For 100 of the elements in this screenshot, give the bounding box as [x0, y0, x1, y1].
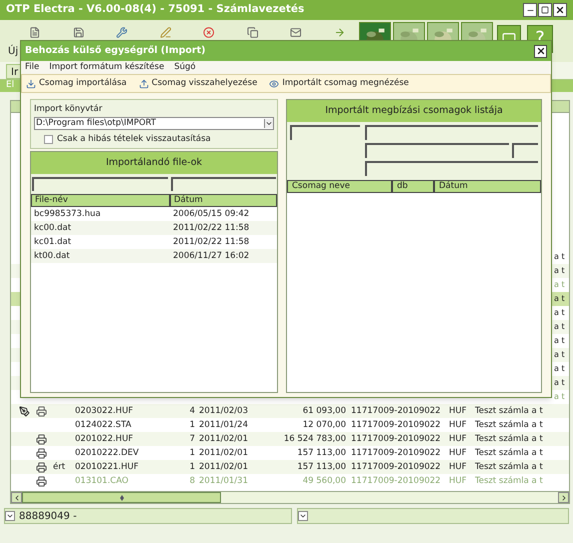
- new-document-icon[interactable]: [29, 26, 40, 39]
- toolbar-button[interactable]: Importált csomag megnézése: [269, 77, 409, 90]
- table-cell: 11717009-20109022: [351, 476, 441, 486]
- table-cell: 11717009-20109022: [351, 434, 441, 444]
- table-cell: 7: [190, 434, 195, 444]
- table-cell: 12 070,00: [302, 420, 346, 430]
- mail-icon[interactable]: [290, 26, 302, 39]
- dropdown-icon[interactable]: [264, 118, 273, 128]
- table-cell: Teszt számla a t: [475, 420, 543, 430]
- table-cell: 2011/02/01: [199, 434, 248, 444]
- toolbar-button[interactable]: Csomag importálása: [26, 77, 127, 90]
- table-cell-text: 2006/11/27 16:02: [172, 250, 250, 262]
- dialog-title: Behozás külső egységről (Import): [25, 44, 206, 58]
- table-cell: 4: [190, 406, 195, 416]
- table-cell: 157 113,00: [297, 462, 346, 472]
- close-button[interactable]: [553, 3, 567, 17]
- table-cell-text: 2011/02/22 11:58: [172, 236, 250, 248]
- column-header[interactable]: Csomag neve: [287, 180, 392, 193]
- table-cell: Teszt számla a t: [475, 476, 543, 486]
- column-header[interactable]: File-név: [31, 194, 170, 207]
- arrow-icon[interactable]: [334, 26, 345, 39]
- table-cell: 11717009-20109022: [351, 462, 441, 472]
- table-cell: a t: [554, 321, 565, 333]
- status-value: 88889049 -: [19, 510, 77, 524]
- close-icon: [555, 5, 565, 15]
- wrench-icon[interactable]: [116, 26, 128, 39]
- import-dir-combobox[interactable]: D:\Program files\otp\IMPORT: [34, 116, 274, 130]
- table-cell-text: kc01.dat: [33, 236, 72, 248]
- table-cell-text: bc9985373.hua: [33, 208, 102, 220]
- table-cell: 8: [190, 476, 195, 486]
- section-label: El: [6, 79, 14, 92]
- save-icon[interactable]: [72, 26, 84, 39]
- info-field: [290, 125, 360, 140]
- table-cell: 157 113,00: [297, 448, 346, 458]
- download-icon: [26, 78, 36, 88]
- table-cell: HUF: [449, 476, 467, 486]
- file-row[interactable]: kt00.dat 2006/11/27 16:02: [31, 249, 277, 263]
- table-cell: HUF: [449, 406, 467, 416]
- checkbox[interactable]: [44, 134, 53, 144]
- table-cell: HUF: [449, 462, 467, 472]
- column-header[interactable]: db: [392, 180, 434, 193]
- printer-icon: [36, 448, 47, 458]
- delete-icon[interactable]: [203, 26, 214, 39]
- table-cell: 2011/02/01: [199, 462, 248, 472]
- table-cell: 16 524 783,00: [284, 434, 346, 444]
- table-cell: 02010221.HUF: [75, 462, 138, 472]
- table-cell: 1: [190, 420, 195, 430]
- table-cell: HUF: [449, 434, 467, 444]
- info-field: [512, 143, 538, 158]
- printer-icon: [36, 476, 47, 486]
- table-cell: 49 560,00: [302, 476, 346, 486]
- table-cell: 2011/01/24: [199, 420, 248, 430]
- table-cell: 2011/02/01: [199, 448, 248, 458]
- table-cell: 11717009-20109022: [351, 406, 441, 416]
- scroll-right-button[interactable]: [558, 492, 569, 503]
- table-row[interactable]: 0203022.HUF 4 2011/02/03 61 093,00 11717009-20109022 HUF Teszt számla a t: [11, 404, 569, 418]
- printer-icon: [36, 462, 47, 472]
- column-header[interactable]: Dátum: [434, 180, 541, 193]
- column-header[interactable]: Dátum: [170, 194, 277, 207]
- printer-icon: [36, 434, 47, 444]
- eye-icon: [269, 78, 280, 88]
- window-title: OTP Electra - V6.00-08(4) - 75091 - Számlavezetés: [6, 2, 304, 18]
- file-row[interactable]: kc00.dat 2011/02/22 11:58: [31, 221, 277, 235]
- menu-item[interactable]: Import formátum készítése: [49, 61, 164, 74]
- menu-item[interactable]: Súgó: [174, 61, 196, 74]
- table-cell-text: 2011/02/22 11:58: [172, 222, 250, 234]
- panel-title: Importálandó file-ok: [106, 156, 202, 170]
- table-cell: 1: [190, 462, 195, 472]
- table-cell: a t: [554, 251, 565, 263]
- pen-icon: [19, 406, 30, 416]
- close-button[interactable]: [534, 44, 547, 58]
- toolbar-button[interactable]: Csomag visszahelyezése: [138, 77, 258, 90]
- new-label: Új: [7, 44, 18, 59]
- table-row[interactable]: 0201022.HUF 7 2011/02/01 16 524 783,00 11717009-20109022 HUF Teszt számla a t: [11, 432, 569, 446]
- table-cell: HUF: [449, 448, 467, 458]
- table-cell: Teszt számla a t: [475, 406, 543, 416]
- filter-field[interactable]: [32, 177, 168, 191]
- table-cell: 2011/01/31: [199, 476, 248, 486]
- table-cell-text: kt00.dat: [33, 250, 71, 262]
- status-dropdown[interactable]: 88889049 -: [4, 508, 292, 524]
- table-cell: 0201022.HUF: [75, 434, 134, 444]
- filter-field[interactable]: [171, 177, 276, 191]
- scrollbar-thumb[interactable]: [22, 492, 221, 503]
- checkbox-label: Csak a hibás tételek visszautasítása: [57, 132, 211, 146]
- menu-item[interactable]: File: [25, 61, 40, 74]
- table-cell: 0203022.HUF: [75, 406, 134, 416]
- table-cell: a t: [554, 391, 565, 403]
- table-cell: 1: [190, 448, 195, 458]
- table-cell-text: 2006/05/15 09:42: [172, 208, 250, 220]
- copy-icon[interactable]: [246, 26, 258, 39]
- minimize-button[interactable]: [523, 3, 537, 17]
- table-cell: Teszt számla a t: [475, 462, 543, 472]
- table-cell-text: kc00.dat: [33, 222, 72, 234]
- edit-icon[interactable]: [160, 26, 171, 39]
- scroll-left-button[interactable]: [11, 492, 22, 503]
- grip-icon: [120, 494, 124, 500]
- table-cell: HUF: [449, 420, 467, 430]
- table-row[interactable]: ért 02010221.HUF 1 2011/02/01 157 113,00 11717009-20109022 HUF Teszt számla a t: [11, 460, 569, 474]
- maximize-icon: [541, 6, 549, 14]
- maximize-button[interactable]: [538, 3, 552, 17]
